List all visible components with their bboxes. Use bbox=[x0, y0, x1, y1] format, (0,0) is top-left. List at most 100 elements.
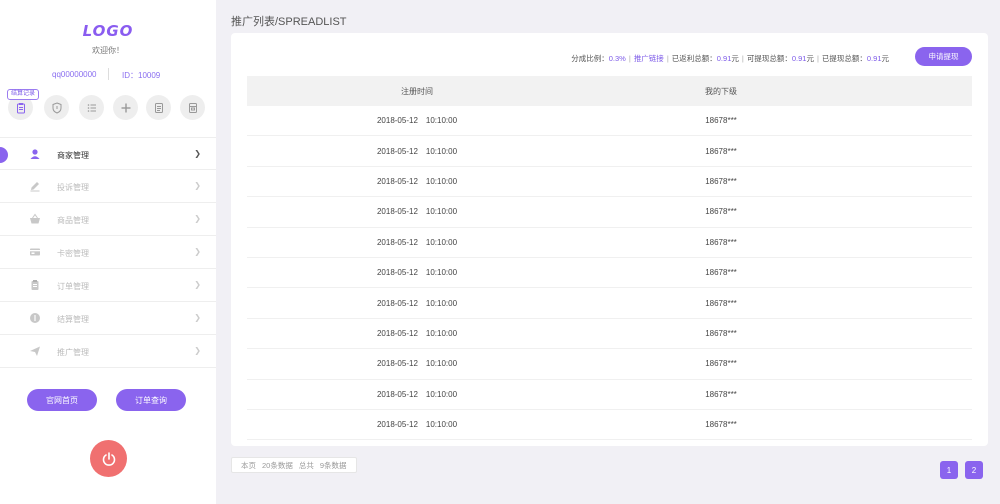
register-time-cell: 2018-05-12 10:10:00 bbox=[247, 106, 587, 135]
list-icon[interactable] bbox=[79, 95, 104, 120]
content-card: 分成比例：0.3% | 推广链接 | 已返利总额：0.91元 | 可提现总额：0.91元 | 已… bbox=[231, 33, 988, 446]
shield-icon[interactable] bbox=[44, 95, 69, 120]
column-header-subordinate: 我的下级 bbox=[705, 86, 737, 96]
currency: 元 bbox=[731, 54, 739, 63]
subordinate-cell: 18678*** bbox=[705, 328, 737, 338]
register-time: 10:10:00 bbox=[425, 237, 458, 247]
register-time-cell: 2018-05-12 10:10:00 bbox=[247, 136, 587, 165]
subordinate-cell: 18678*** bbox=[705, 298, 737, 308]
apply-withdraw-button[interactable]: 申请提现 bbox=[915, 47, 972, 66]
sidebar-item-goods[interactable]: 商品管理 ❯ bbox=[0, 203, 216, 236]
clipboard-icon[interactable]: 结算记录 bbox=[7, 89, 40, 120]
register-time-cell: 2018-05-12 10:10:00 bbox=[247, 197, 587, 226]
register-time-cell: 2018-05-12 10:10:00 bbox=[247, 288, 587, 317]
table-row: 2018-05-12 10:10:00 18678*** bbox=[247, 228, 972, 258]
page-button-2[interactable]: 2 bbox=[965, 461, 983, 479]
register-date: 2018-05-12 bbox=[376, 359, 418, 369]
clipboard-icon bbox=[31, 280, 39, 290]
logo: LOGO bbox=[82, 22, 134, 40]
sidebar-item-label: 商家管理 bbox=[57, 151, 89, 160]
divider: | bbox=[816, 54, 819, 63]
register-time: 10:10:00 bbox=[425, 420, 458, 430]
subordinate-cell: 18678*** bbox=[705, 146, 737, 156]
archive-icon[interactable] bbox=[180, 95, 205, 120]
sidebar-item-settlement[interactable]: 结算管理 ❯ bbox=[0, 302, 216, 335]
total-rebate-label: 已返利总额： bbox=[671, 54, 717, 63]
plus-icon-glyph bbox=[121, 103, 130, 112]
register-time: 10:10:00 bbox=[425, 328, 458, 338]
sidebar-item-merchant[interactable]: 商家管理 ❯ bbox=[0, 137, 216, 170]
sidebar-item-promotion[interactable]: 推广管理 ❯ bbox=[0, 335, 216, 368]
subordinate-cell: 18678*** bbox=[705, 207, 737, 217]
sidebar-item-card[interactable]: 卡密管理 ❯ bbox=[0, 236, 216, 269]
pencil-icon bbox=[30, 182, 40, 192]
sidebar-menu: 商家管理 ❯ 投诉管理 ❯ 商品管理 ❯ 卡密管理 ❯ 订单管理 ❯ 结算管理 … bbox=[0, 137, 216, 368]
sidebar-item-label: 订单管理 bbox=[57, 282, 89, 291]
register-time: 10:10:00 bbox=[425, 176, 458, 186]
table-row: 2018-05-12 10:10:00 18678*** bbox=[247, 106, 972, 137]
list-icon-glyph bbox=[87, 103, 96, 112]
plus-icon[interactable] bbox=[113, 95, 138, 120]
table-row: 2018-05-12 10:10:00 18678*** bbox=[247, 349, 972, 380]
withdrawable-label: 可提现总额： bbox=[746, 54, 792, 63]
active-indicator bbox=[0, 147, 8, 163]
page-info-text: 本页 bbox=[241, 460, 256, 470]
register-time: 10:10:00 bbox=[425, 298, 458, 308]
table-body: 2018-05-12 10:10:00 18678*** 2018-05-12 10:1… bbox=[247, 106, 972, 441]
ratio-label: 分成比例： bbox=[571, 54, 609, 63]
withdrawn-label: 已提现总额： bbox=[821, 54, 867, 63]
table-header: 注册时间 我的下级 bbox=[247, 76, 972, 106]
register-date: 2018-05-12 bbox=[376, 116, 418, 126]
sidebar-item-complaint[interactable]: 投诉管理 ❯ bbox=[0, 170, 216, 203]
home-button[interactable]: 官网首页 bbox=[27, 389, 97, 411]
register-time-cell: 2018-05-12 10:10:00 bbox=[247, 349, 587, 378]
register-date: 2018-05-12 bbox=[376, 207, 418, 217]
register-time: 10:10:00 bbox=[425, 268, 458, 278]
withdrawable-value: 0.91 bbox=[791, 54, 807, 63]
register-time: 10:10:00 bbox=[425, 359, 458, 369]
table-row: 2018-05-12 10:10:00 18678*** bbox=[247, 197, 972, 228]
chevron-right-icon: ❯ bbox=[194, 214, 201, 223]
register-date: 2018-05-12 bbox=[376, 389, 418, 399]
document-icon[interactable] bbox=[146, 95, 171, 120]
register-date: 2018-05-12 bbox=[376, 328, 418, 338]
currency: 元 bbox=[881, 54, 890, 63]
page-button-1[interactable]: 1 bbox=[940, 461, 958, 479]
register-time-cell: 2018-05-12 10:10:00 bbox=[247, 228, 587, 257]
register-time-cell: 2018-05-12 10:10:00 bbox=[247, 258, 587, 287]
register-date: 2018-05-12 bbox=[376, 176, 418, 186]
user-icon bbox=[30, 149, 40, 159]
sidebar-item-order[interactable]: 订单管理 ❯ bbox=[0, 269, 216, 302]
coin-icon bbox=[30, 313, 40, 323]
user-qq: qq00000000 bbox=[52, 70, 97, 79]
spread-table: 注册时间 我的下级 2018-05-12 10:10:00 18678*** 2018… bbox=[247, 76, 972, 441]
subordinate-cell: 18678*** bbox=[705, 268, 737, 278]
column-header-register-time: 注册时间 bbox=[401, 86, 433, 96]
order-query-button[interactable]: 订单查询 bbox=[116, 389, 186, 411]
register-time: 10:10:00 bbox=[425, 116, 458, 126]
archive-icon-glyph bbox=[188, 102, 197, 113]
register-time: 10:10:00 bbox=[425, 389, 458, 399]
power-button[interactable] bbox=[90, 440, 127, 477]
table-row: 2018-05-12 10:10:00 18678*** bbox=[247, 380, 972, 410]
promo-link[interactable]: 推广链接 bbox=[634, 54, 664, 63]
power-icon bbox=[102, 451, 115, 466]
chevron-right-icon: ❯ bbox=[194, 346, 201, 355]
subordinate-cell: 18678*** bbox=[705, 359, 737, 369]
register-date: 2018-05-12 bbox=[376, 268, 418, 278]
sidebar-item-label: 结算管理 bbox=[57, 315, 89, 324]
divider: | bbox=[741, 54, 744, 63]
page-info-text: 9条数据 bbox=[319, 460, 347, 470]
sidebar: LOGO 欢迎你！ qq00000000 ID：10009 结算记录 商家管理 … bbox=[0, 0, 216, 504]
register-date: 2018-05-12 bbox=[376, 146, 418, 156]
total-rebate-value: 0.91 bbox=[716, 54, 732, 63]
page-info-text: 20条数据 bbox=[262, 460, 293, 470]
withdrawn-value: 0.91 bbox=[866, 54, 882, 63]
register-time: 10:10:00 bbox=[425, 146, 458, 156]
welcome-text: 欢迎你！ bbox=[92, 46, 124, 55]
chevron-right-icon: ❯ bbox=[194, 247, 201, 256]
sidebar-item-label: 推广管理 bbox=[57, 348, 89, 357]
divider: | bbox=[628, 54, 631, 63]
register-date: 2018-05-12 bbox=[376, 237, 418, 247]
send-icon bbox=[30, 346, 40, 356]
